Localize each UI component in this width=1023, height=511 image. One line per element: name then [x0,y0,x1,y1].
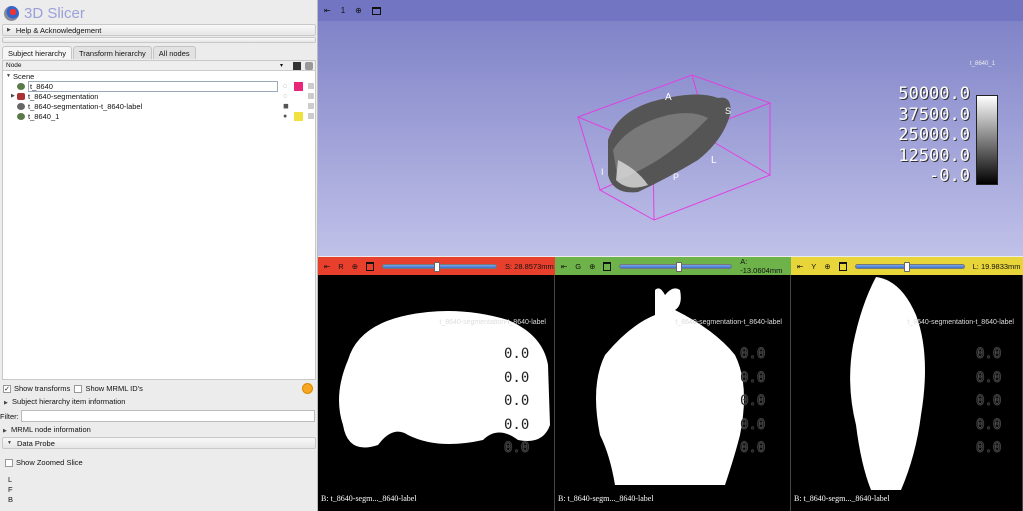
tree-item-label[interactable]: t_8640-segmentation-t_8640-label ◼ [3,101,315,111]
maximize-icon[interactable] [366,261,375,271]
scalar-bar-values: 0.0 0.0 0.0 0.0 0.0 [740,346,766,456]
tree-item-t8640[interactable]: t_8640 ◌ [3,80,315,92]
app-title: 3D Slicer [4,3,85,23]
slice-controller-r: ⇤ R ⊕ S: 28.8573mm [318,257,555,275]
slice-offset-slider[interactable] [382,261,498,272]
color-swatch[interactable] [294,111,303,121]
slider-handle[interactable] [433,261,440,272]
center-view-icon[interactable]: ⊕ [589,262,595,271]
item-info-section[interactable]: ▶ Subject hierarchy item information [4,397,125,406]
help-icon[interactable] [302,383,313,394]
tree-item-segmentation[interactable]: ▶ t_8640-segmentation ◌ [3,91,315,101]
probe-l: L [8,475,13,484]
probe-f: F [8,485,13,494]
slice-name: G [575,261,582,271]
background-layer-name: B: t_8640-segm..._8640-label [558,494,654,503]
probe-b: B [8,495,14,504]
center-view-icon[interactable]: ⊕ [824,262,830,271]
tab-all-nodes[interactable]: All nodes [152,46,196,59]
slice-controller-y: ⇤ Y ⊕ L: 19.9833mm [791,257,1023,275]
slice-offset-value: S: 28.8573mm [505,261,554,271]
labelmap-icon [17,102,25,110]
svg-text:P: P [673,172,679,182]
transform-icon[interactable] [308,83,314,89]
scalar-bar-labels: 50000.0 37500.0 25000.0 12500.0 -0.0 [898,84,970,186]
slice-view-y[interactable]: t_8640-segmentation-t_8640-label 0.0 0.0 0… [791,275,1023,511]
axis-label-a: A [665,92,672,103]
transform-icon[interactable] [308,93,314,99]
slice-controller-g: ⇤ G ⊕ A: -13.0604mm [555,257,791,275]
mrml-node-info-section[interactable]: ▶ MRML node information [3,425,91,434]
filter-input[interactable] [20,410,315,422]
scalar-bar [976,95,998,185]
background-layer-name: B: t_8640-segm..._8640-label [794,494,890,503]
scalar-bar-values: 0.0 0.0 0.0 0.0 0.0 [976,346,1002,456]
segmentation-icon [16,92,25,100]
eye-icon[interactable]: ◌ [283,93,287,100]
pin-icon[interactable]: ⇤ [797,262,803,271]
maximize-icon[interactable] [838,261,847,271]
slice-view-g[interactable]: t_8640-segmentation-t_8640-label 0.0 0.0 0… [555,275,791,511]
center-view-icon[interactable]: ⊕ [352,262,358,271]
label-layer-name: t_8640-segmentation-t_8640-label [907,319,1014,326]
expand-icon: ▶ [7,27,11,33]
show-zoomed-slice-checkbox[interactable] [5,458,13,467]
tab-subject-hierarchy[interactable]: Subject hierarchy [2,46,72,59]
visibility-mixed-icon[interactable]: ◼ [283,102,289,110]
label-layer-name: t_8640-segmentation-t_8640-label [439,319,546,326]
svg-text:I: I [601,167,604,177]
volume-icon [17,112,25,120]
pin-icon[interactable]: ⇤ [561,262,567,271]
svg-text:L: L [711,155,717,166]
module-panel: 3D Slicer ▶ Help & Acknowledgement Subjec… [0,0,318,511]
slice-view-r[interactable]: t_8640-segmentation-t_8640-label 0.0 0.0 0… [318,275,555,511]
eye-icon[interactable]: ● [283,113,287,120]
slice-name: Y [811,261,817,271]
tree-header: Node ▾ [3,61,315,71]
slice-offset-value: A: -13.0604mm [740,257,783,275]
volume-icon [17,82,25,90]
data-probe-section[interactable]: ▼ Data Probe [2,437,316,449]
3d-view[interactable]: ⇤ 1 ⊕ A S L I P t_8640_1 50000.0 37500.0 250… [318,0,1023,256]
show-transforms-checkbox[interactable]: ✓ [3,384,11,393]
expand-icon[interactable]: ▶ [11,93,15,99]
slice-name: R [338,261,344,271]
divider [2,37,316,43]
maximize-icon[interactable] [603,261,612,271]
pin-icon[interactable]: ⇤ [324,262,330,271]
scalar-bar-values: 0.0 0.0 0.0 0.0 0.0 [504,346,530,456]
tree-item-scene[interactable]: ▼ Scene [3,71,315,81]
transform-icon[interactable] [308,113,314,119]
show-mrml-ids-checkbox[interactable] [74,384,83,393]
svg-text:S: S [725,106,731,116]
transform-column-icon[interactable] [305,62,313,70]
slider-handle[interactable] [675,261,682,272]
color-swatch[interactable] [294,81,303,91]
subject-hierarchy-tree[interactable]: Node ▾ ▼ Scene t_8640 ◌ ▶ t_8640-segmenta… [2,60,316,380]
volume-label: t_8640_1 [970,61,996,67]
color-column-icon[interactable] [293,62,301,70]
slicer-logo-icon [4,5,19,21]
visibility-column-icon[interactable]: ▾ [280,62,288,70]
tab-transform-hierarchy[interactable]: Transform hierarchy [72,46,152,59]
eye-icon[interactable]: ◌ [283,83,287,90]
background-layer-name: B: t_8640-segm..._8640-label [321,494,417,503]
transform-icon[interactable] [308,103,314,109]
slice-offset-slider[interactable] [619,261,733,272]
slice-offset-value: L: 19.9833mm [972,261,1021,271]
label-layer-name: t_8640-segmentation-t_8640-label [675,319,782,326]
slider-handle[interactable] [904,261,911,272]
tree-item-t8640-1[interactable]: t_8640_1 ● [3,111,315,121]
slice-offset-slider[interactable] [854,261,965,272]
help-section[interactable]: ▶ Help & Acknowledgement [2,24,316,36]
